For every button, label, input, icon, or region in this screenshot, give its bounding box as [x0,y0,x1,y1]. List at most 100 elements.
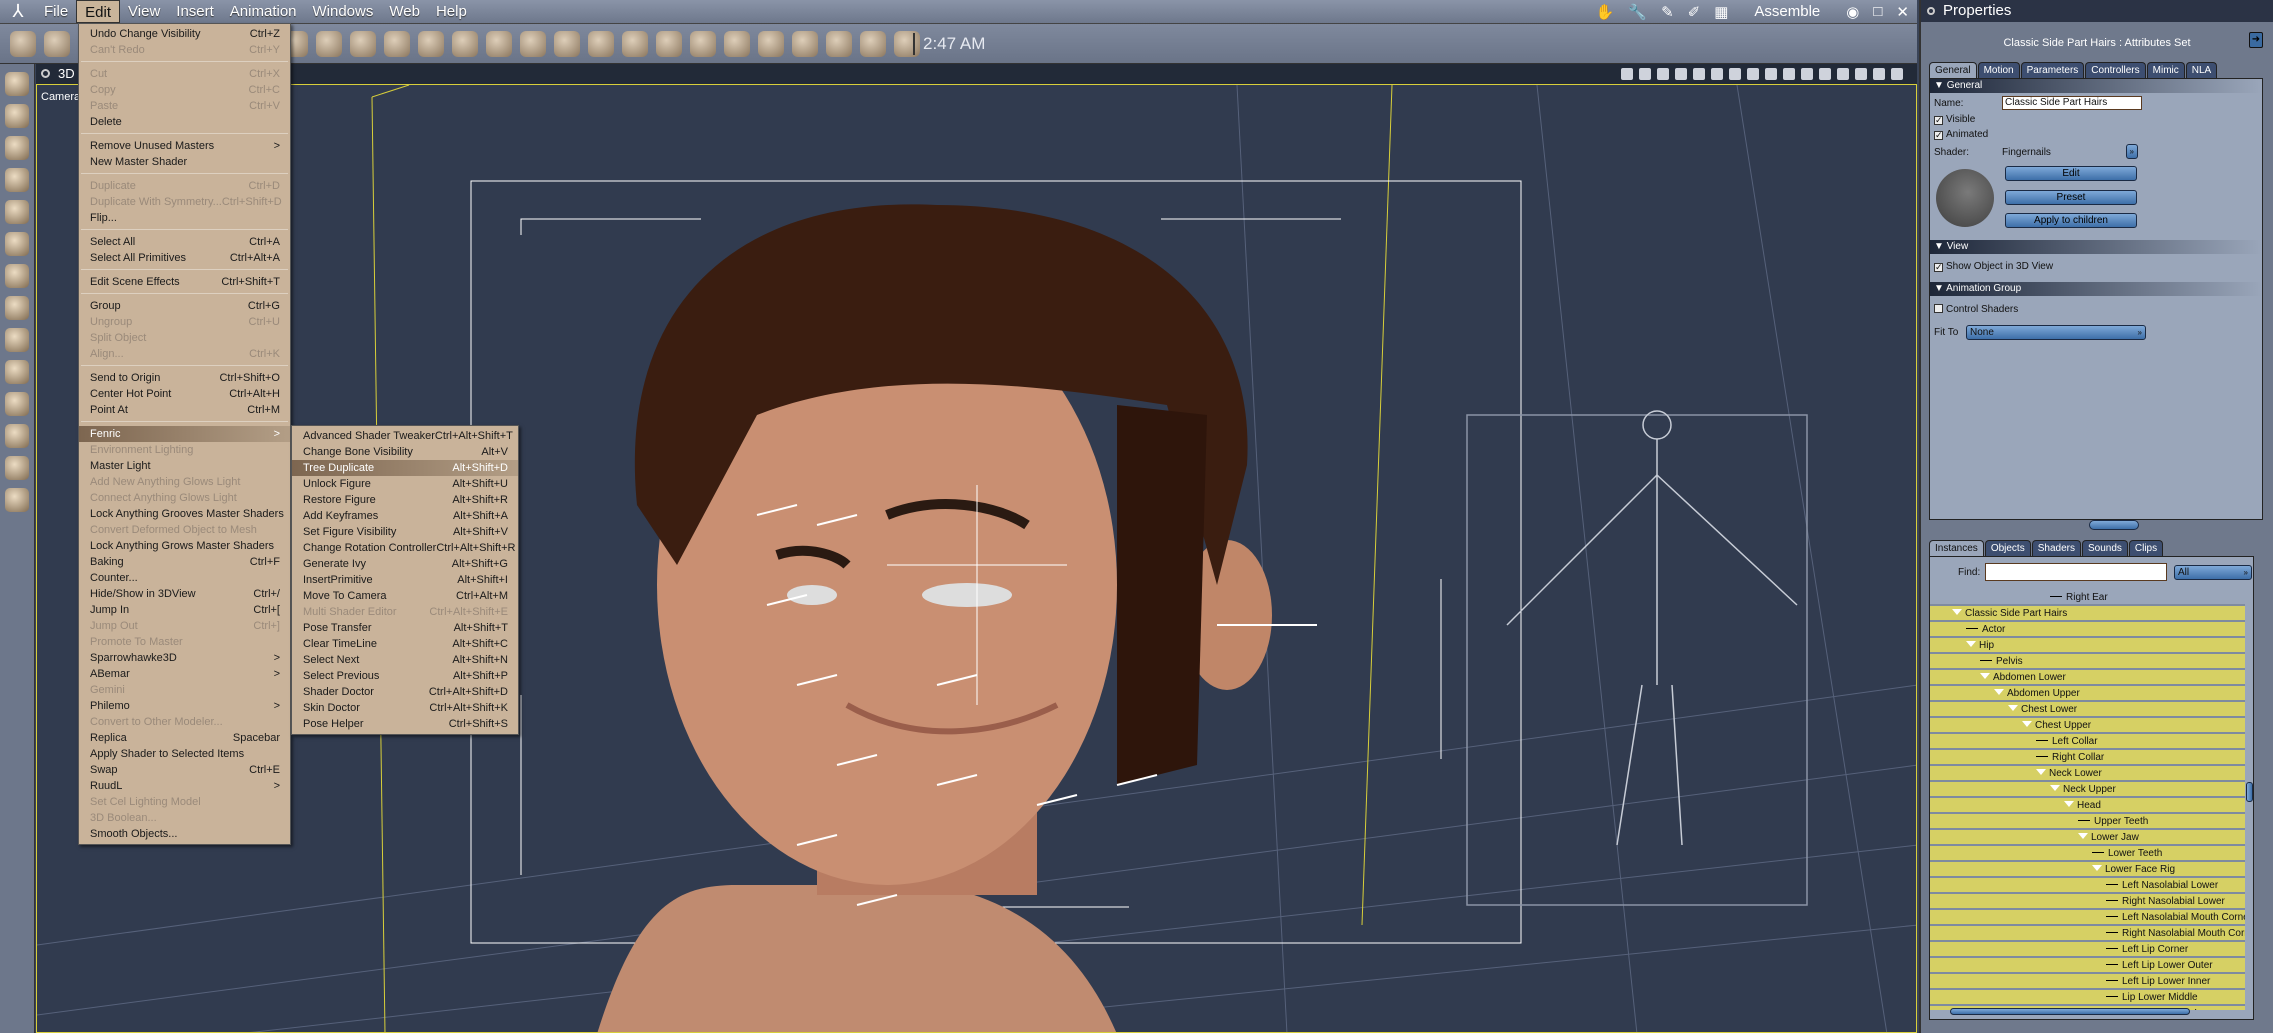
menu-item-philemo[interactable]: Philemo > [79,698,290,714]
tree-item-lip-lower-middle[interactable]: Lip Lower Middle [1930,990,2245,1006]
menu-item-counter[interactable]: Counter... [79,570,290,586]
tool-icon[interactable] [5,168,29,192]
visible-checkbox[interactable]: ✓ Visible [1934,114,1975,125]
menu-item-swap[interactable]: Swap Ctrl+E [79,762,290,778]
menu-item-convert-to-other-modeler[interactable]: Convert to Other Modeler... [79,714,290,730]
view-mode-icon[interactable] [1891,68,1903,80]
menu-item-delete[interactable]: Delete [79,114,290,130]
submenu-item-change-bone-visibility[interactable]: Change Bone Visibility Alt+V [292,444,518,460]
tab-general[interactable]: General [1929,62,1977,78]
view-mode-icon[interactable] [1873,68,1885,80]
submenu-item-pose-helper[interactable]: Pose Helper Ctrl+Shift+S [292,716,518,732]
toolbar-tool-icon[interactable] [724,30,750,57]
mode-label[interactable]: Assemble [1754,3,1820,20]
expand-triangle-icon[interactable] [2092,865,2102,871]
tool-icon[interactable] [5,232,29,256]
menu-item-duplicate-with-symmetry[interactable]: Duplicate With Symmetry... Ctrl+Shift+D [79,194,290,210]
tree-item-left-nasolabial-lower[interactable]: Left Nasolabial Lower [1930,878,2245,894]
tree-item-abdomen-upper[interactable]: Abdomen Upper [1930,686,2245,702]
tree-item-neck-lower[interactable]: Neck Lower [1930,766,2245,782]
animated-checkbox[interactable]: ✓ Animated [1934,129,1988,140]
menu-item-set-cel-lighting-model[interactable]: Set Cel Lighting Model [79,794,290,810]
toolbar-tool-icon[interactable] [656,30,682,57]
camera-label[interactable]: Camera [41,91,80,103]
find-input[interactable] [1985,563,2167,581]
tree-item-hip[interactable]: Hip [1930,638,2245,654]
tree-item-left-collar[interactable]: Left Collar [1930,734,2245,750]
menu-item-paste[interactable]: Paste Ctrl+V [79,98,290,114]
section-animation-group[interactable]: ▼ Animation Group [1930,282,2262,296]
tree-item-pelvis[interactable]: Pelvis [1930,654,2245,670]
tool-icon[interactable] [5,104,29,128]
maximize-icon[interactable]: □ [1873,3,1882,20]
menu-item-align[interactable]: Align... Ctrl+K [79,346,290,362]
filter-dropdown[interactable]: All» [2174,565,2252,580]
toolbar-tool-icon[interactable] [452,30,478,57]
app-logo-icon[interactable]: ⅄ [0,0,36,23]
tool-icon[interactable] [5,488,29,512]
submenu-item-multi-shader-editor[interactable]: Multi Shader Editor Ctrl+Alt+Shift+E [292,604,518,620]
menu-item-replica[interactable]: Replica Spacebar [79,730,290,746]
expand-triangle-icon[interactable] [2064,801,2074,807]
menu-item-apply-shader-to-selected-items[interactable]: Apply Shader to Selected Items [79,746,290,762]
menu-item-master-light[interactable]: Master Light [79,458,290,474]
tab-motion[interactable]: Motion [1977,62,2020,78]
tab-sounds[interactable]: Sounds [2081,540,2128,556]
tool-icon[interactable] [5,200,29,224]
tree-item-left-lip-lower-outer[interactable]: Left Lip Lower Outer [1930,958,2245,974]
menu-item-cut[interactable]: Cut Ctrl+X [79,66,290,82]
menu-item-undo-change-visibility[interactable]: Undo Change Visibility Ctrl+Z [79,26,290,42]
submenu-item-shader-doctor[interactable]: Shader Doctor Ctrl+Alt+Shift+D [292,684,518,700]
toolbar-tool-icon[interactable] [486,30,512,57]
submenu-item-move-to-camera[interactable]: Move To Camera Ctrl+Alt+M [292,588,518,604]
menu-item-fenric[interactable]: Fenric > [79,426,290,442]
menu-item-connect-anything-glows-light[interactable]: Connect Anything Glows Light [79,490,290,506]
expand-triangle-icon[interactable] [1966,641,1976,647]
menu-item-smooth-objects[interactable]: Smooth Objects... [79,826,290,842]
show-in-3d-view-checkbox[interactable]: ✓ Show Object in 3D View [1934,261,2053,272]
tool-icon[interactable] [5,296,29,320]
tree-item-right-nasolabial-lower[interactable]: Right Nasolabial Lower [1930,894,2245,910]
tab-instances[interactable]: Instances [1929,540,1984,556]
view-mode-icon[interactable] [1837,68,1849,80]
submenu-item-insertprimitive[interactable]: InsertPrimitive Alt+Shift+I [292,572,518,588]
submenu-item-restore-figure[interactable]: Restore Figure Alt+Shift+R [292,492,518,508]
menu-item-ruudl[interactable]: RuudL > [79,778,290,794]
menu-item-center-hot-point[interactable]: Center Hot Point Ctrl+Alt+H [79,386,290,402]
expand-triangle-icon[interactable] [2008,705,2018,711]
tree-item-chest-lower[interactable]: Chest Lower [1930,702,2245,718]
apply-to-children-button[interactable]: Apply to children [2005,213,2137,228]
tool-icon[interactable] [5,424,29,448]
view-mode-icon[interactable] [1765,68,1777,80]
view-mode-icon[interactable] [1801,68,1813,80]
menu-item-select-all-primitives[interactable]: Select All Primitives Ctrl+Alt+A [79,250,290,266]
menu-item-3d-boolean[interactable]: 3D Boolean... [79,810,290,826]
tree-item-chest-upper[interactable]: Chest Upper [1930,718,2245,734]
tool-icon[interactable] [5,392,29,416]
view-mode-icon[interactable] [1855,68,1867,80]
toolbar-tool-icon[interactable] [44,30,70,57]
toolbar-tool-icon[interactable] [690,30,716,57]
eye-icon[interactable]: ◉ [1846,3,1859,21]
menu-item-point-at[interactable]: Point At Ctrl+M [79,402,290,418]
menu-item-environment-lighting[interactable]: Environment Lighting [79,442,290,458]
menu-item-promote-to-master[interactable]: Promote To Master [79,634,290,650]
submenu-item-skin-doctor[interactable]: Skin Doctor Ctrl+Alt+Shift+K [292,700,518,716]
shader-dropdown[interactable]: » [2126,144,2138,159]
menu-item-lock-anything-grooves-master-shaders[interactable]: Lock Anything Grooves Master Shaders [79,506,290,522]
menu-insert[interactable]: Insert [168,0,222,23]
submenu-item-advanced-shader-tweaker[interactable]: Advanced Shader Tweaker Ctrl+Alt+Shift+T [292,428,518,444]
tree-item-head[interactable]: Head [1930,798,2245,814]
menu-item-can-t-redo[interactable]: Can't Redo Ctrl+Y [79,42,290,58]
menu-animation[interactable]: Animation [222,0,305,23]
control-shaders-checkbox[interactable]: Control Shaders [1934,304,2018,315]
toolbar-tool-icon[interactable] [554,30,580,57]
expand-triangle-icon[interactable] [1980,673,1990,679]
tree-item-actor[interactable]: Actor [1930,622,2245,638]
submenu-item-clear-timeline[interactable]: Clear TimeLine Alt+Shift+C [292,636,518,652]
submenu-item-add-keyframes[interactable]: Add Keyframes Alt+Shift+A [292,508,518,524]
wrench-icon[interactable]: 🔧 [1628,3,1647,21]
tab-parameters[interactable]: Parameters [2020,62,2085,78]
expand-triangle-icon[interactable] [1952,609,1962,615]
toolbar-tool-icon[interactable] [10,30,36,57]
